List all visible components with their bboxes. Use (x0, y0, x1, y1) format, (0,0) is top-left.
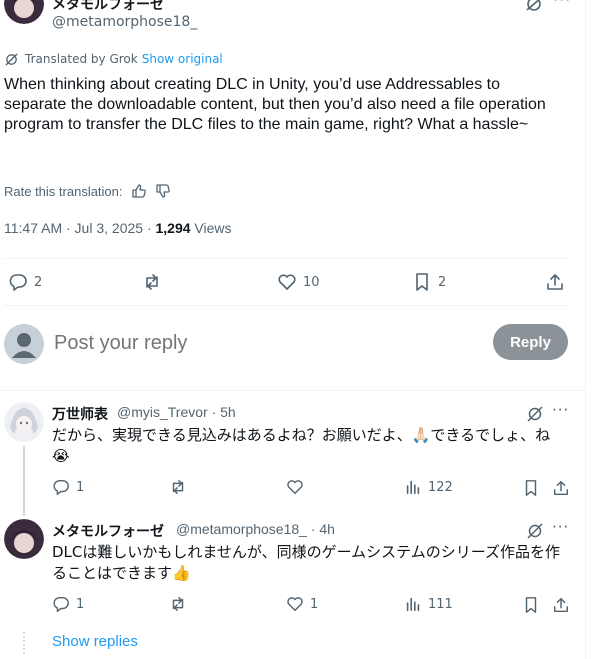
reply-avatar[interactable] (4, 519, 44, 559)
like-count: 1 (310, 596, 319, 612)
more-options-icon[interactable]: ··· (553, 0, 571, 9)
reply-icon (9, 274, 27, 291)
scrollbar-track[interactable] (587, 0, 596, 659)
views-action[interactable]: 122 (404, 478, 453, 496)
reply-icon (53, 596, 69, 612)
reply-author-name[interactable]: メタモルフォーゼ (52, 521, 164, 541)
repost-icon (172, 479, 184, 495)
grok-icon (5, 52, 18, 66)
thread-line (23, 446, 25, 516)
tweet-time[interactable]: 11:47 AM · Jul 3, 2025 · (4, 220, 156, 236)
grok-icon[interactable] (526, 405, 544, 423)
translation-info: Translated by Grok Show original (4, 51, 223, 67)
divider (0, 390, 586, 391)
reply-text-part: できるでしょ、ね (430, 426, 551, 444)
thumbs-up-icon[interactable] (131, 183, 147, 199)
show-replies-link[interactable]: Show replies (52, 633, 138, 650)
like-action[interactable] (286, 478, 310, 496)
reply-action[interactable]: 2 (8, 272, 42, 292)
grok-icon[interactable] (524, 0, 544, 12)
views-action[interactable]: 111 (404, 595, 453, 613)
share-icon (547, 274, 563, 290)
tweet-meta: 11:47 AM · Jul 3, 2025 · 1,294 Views (4, 220, 232, 236)
tweet-text: When thinking about creating DLC in Unit… (4, 76, 546, 133)
reply-author-handle[interactable]: @myis_Trevor · 5h (117, 404, 236, 420)
column-border (585, 0, 586, 659)
reply-avatar[interactable] (4, 402, 44, 442)
rate-label: Rate this translation: (4, 183, 123, 199)
reply-button[interactable]: Reply (493, 324, 568, 360)
share-icon[interactable] (552, 479, 570, 497)
author-name[interactable]: メタモルフォーゼ (52, 0, 164, 14)
grok-icon[interactable] (526, 522, 544, 540)
more-options-icon[interactable]: ··· (552, 401, 569, 419)
conversation-column: メタモルフォーゼ @metamorphose18_ ··· Translated… (0, 0, 586, 659)
share-icon[interactable] (552, 596, 570, 614)
translated-label: Translated by Grok (25, 52, 138, 66)
divider (4, 305, 570, 306)
views-icon (406, 480, 420, 495)
like-action[interactable]: 1 (286, 595, 318, 613)
repost-icon (146, 274, 158, 290)
my-avatar[interactable] (4, 324, 44, 364)
thread-line (23, 632, 25, 654)
divider (4, 258, 570, 259)
bookmark-action[interactable]: 2 (412, 272, 446, 292)
more-options-icon[interactable]: ··· (552, 518, 569, 536)
views-count: 1,294 (155, 220, 191, 236)
repost-icon (172, 596, 184, 612)
views-count: 122 (428, 479, 453, 495)
author-handle[interactable]: @metamorphose18_ (52, 14, 197, 30)
share-action[interactable] (545, 272, 565, 292)
reply-text-part: だから、実現できる見込みはあるよね？お願いだよ、 (52, 426, 412, 444)
bookmark-icon[interactable] (522, 479, 540, 497)
reply-text: DLCは難しいかもしれませんが、同様のゲームシステムのシリーズ作品を作ることはで… (52, 542, 564, 584)
reply-count: 1 (76, 479, 85, 495)
bookmark-count: 2 (438, 274, 447, 290)
heart-icon (278, 274, 296, 290)
thumbs-down-icon[interactable] (155, 183, 171, 199)
pray-emoji: 🙏🏻 (411, 426, 431, 444)
repost-action[interactable] (142, 272, 168, 292)
reply-author-handle[interactable]: @metamorphose18_ · 4h (176, 521, 335, 537)
reply-count: 2 (34, 274, 43, 290)
views-count: 111 (428, 596, 453, 612)
author-avatar[interactable] (4, 0, 44, 24)
reply-action[interactable]: 1 (52, 595, 84, 613)
repost-action[interactable] (169, 478, 193, 496)
views-icon (406, 597, 420, 612)
like-count: 10 (303, 274, 320, 290)
repost-action[interactable] (169, 595, 193, 613)
crying-emoji: 😭 (52, 447, 70, 465)
reply-icon (53, 479, 69, 495)
like-action[interactable]: 10 (277, 272, 320, 292)
bookmark-icon[interactable] (522, 596, 540, 614)
show-original-link[interactable]: Show original (142, 52, 223, 66)
views-label: Views (190, 220, 232, 236)
heart-icon (287, 597, 303, 612)
bookmark-icon (416, 273, 428, 291)
reply-text-part: DLCは難しいかもしれませんが、同様のゲームシステムのシリーズ作品を作ることはで… (52, 543, 560, 582)
reply-author-name[interactable]: 万世师表 (52, 404, 108, 424)
rate-translation: Rate this translation: (4, 181, 171, 201)
reply-text: だから、実現できる見込みはあるよね？お願いだよ、🙏🏻できるでしょ、ね 😭 (52, 425, 564, 467)
thumbs-up-emoji: 👍 (172, 564, 191, 582)
reply-input[interactable] (54, 330, 454, 356)
heart-icon (287, 480, 303, 495)
reply-action[interactable]: 1 (52, 478, 84, 496)
reply-count: 1 (76, 596, 85, 612)
